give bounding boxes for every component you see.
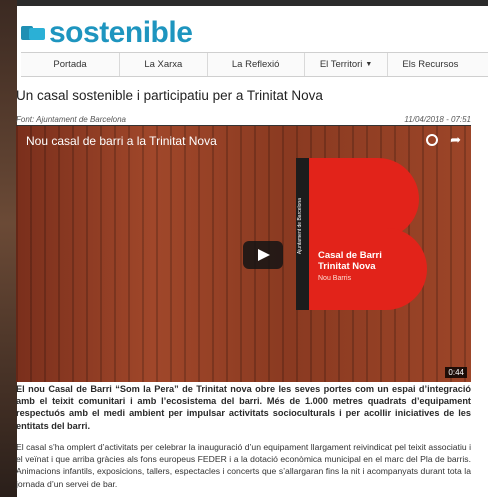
sign-line: Casal de Barri: [318, 250, 382, 261]
article-date: 11/04/2018 - 07:51: [404, 115, 471, 124]
article-body: El casal s’ha omplert d’activitats per c…: [16, 442, 471, 489]
nav-label: La Xarxa: [144, 59, 183, 70]
sign-district: Nou Barris: [318, 275, 352, 282]
nav-els-recursos[interactable]: Els Recursos: [388, 53, 488, 76]
video-player[interactable]: Nou casal de barri a la Trinitat Nova ➦ …: [16, 126, 471, 382]
main-nav: Portada La Xarxa La Reflexió El Territor…: [21, 52, 488, 77]
sign-name: Casal de Barri Trinitat Nova: [318, 250, 382, 272]
article-title: Un casal sostenible i participatiu per a…: [16, 88, 323, 103]
article-meta: Font: Ajuntament de Barcelona 11/04/2018…: [16, 115, 471, 126]
video-duration: 0:44: [445, 367, 467, 378]
nav-la-xarxa[interactable]: La Xarxa: [120, 53, 208, 76]
logo-icon: [21, 22, 47, 44]
video-title[interactable]: Nou casal de barri a la Trinitat Nova: [26, 134, 217, 148]
nav-label: Portada: [53, 59, 87, 70]
nav-el-territori[interactable]: El Territori ▼: [305, 53, 389, 76]
caret-down-icon: ▼: [365, 61, 373, 68]
sign-line: Trinitat Nova: [318, 261, 376, 272]
watch-later-icon[interactable]: [426, 134, 439, 146]
share-icon[interactable]: ➦: [450, 133, 461, 146]
nav-label: El Territori: [319, 59, 363, 70]
nav-portada[interactable]: Portada: [21, 53, 121, 76]
casal-sign: Ajuntament de Barcelona Casal de Barri T…: [296, 158, 427, 310]
logo-text: sostenible: [49, 16, 193, 49]
play-button[interactable]: [243, 241, 283, 269]
video-top-icons: ➦: [426, 133, 461, 146]
sign-vertical-text: Ajuntament de Barcelona: [297, 198, 303, 255]
nav-la-reflexio[interactable]: La Reflexió: [208, 53, 305, 76]
nav-label: La Reflexió: [231, 59, 280, 70]
article-source: Font: Ajuntament de Barcelona: [16, 115, 126, 124]
article-lead: El nou Casal de Barri “Som la Pera” de T…: [16, 384, 471, 431]
nav-label: Els Recursos: [402, 59, 459, 70]
site-logo[interactable]: sostenible: [21, 12, 193, 54]
background-photo-edge: [0, 0, 17, 497]
sign-red-upper: [309, 158, 419, 238]
